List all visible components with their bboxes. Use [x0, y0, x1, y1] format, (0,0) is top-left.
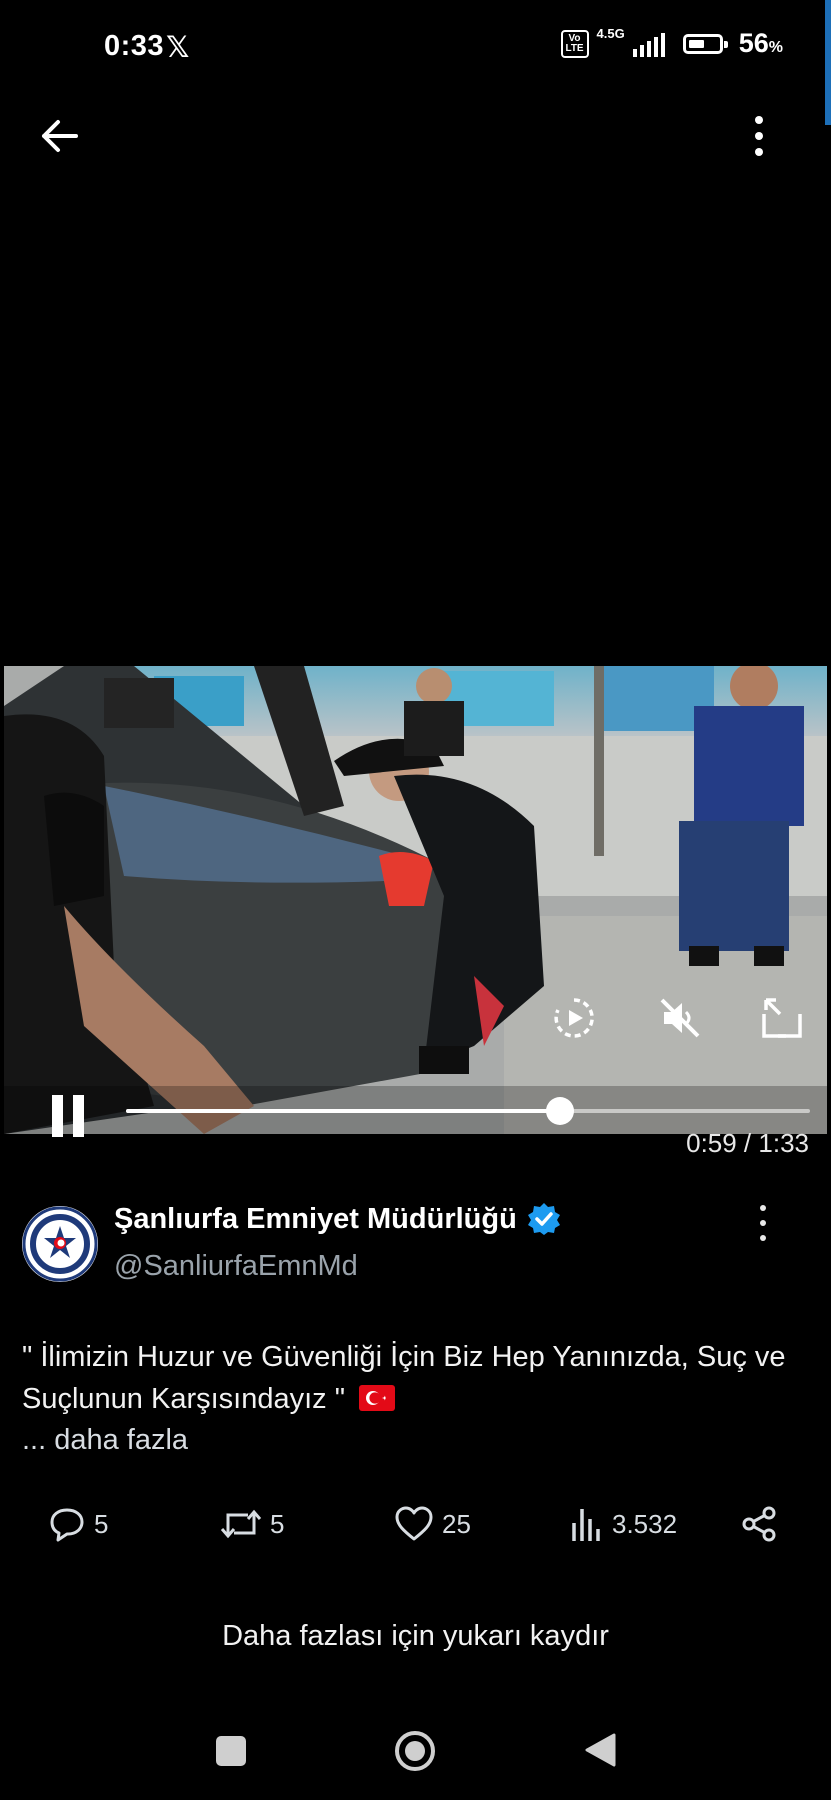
fullscreen-icon [762, 998, 802, 1038]
back-button[interactable] [36, 112, 84, 160]
replay-icon [554, 998, 594, 1038]
reply-button[interactable]: 5 [48, 1505, 108, 1543]
fullscreen-button[interactable] [760, 996, 804, 1040]
author-handle[interactable]: @SanliurfaEmnMd [114, 1250, 358, 1283]
tweet-body: " İlimizin Huzur ve Güvenliği İçin Biz H… [22, 1341, 786, 1415]
author-name-text: Şanlıurfa Emniyet Müdürlüğü [114, 1202, 517, 1235]
pause-icon [52, 1095, 63, 1137]
mute-button[interactable] [658, 996, 702, 1040]
network-type: 4.5G [596, 26, 625, 41]
recents-button[interactable] [216, 1736, 246, 1766]
status-bar: 0:33 𝕏 Vo LTE 4.5G 56% [0, 0, 831, 125]
video-player[interactable] [4, 666, 827, 1134]
repost-icon [220, 1509, 262, 1539]
video-progress-bar[interactable] [126, 1097, 810, 1125]
signal-icon [632, 31, 665, 57]
edge-accent [825, 0, 831, 125]
more-vertical-icon [760, 1205, 766, 1211]
share-button[interactable] [740, 1505, 778, 1543]
tweet-text: " İlimizin Huzur ve Güvenliği İçin Biz H… [22, 1336, 812, 1420]
video-frame-image [4, 666, 827, 1134]
author-name[interactable]: Şanlıurfa Emniyet Müdürlüğü [114, 1202, 561, 1236]
tweet-actions: 5 5 25 3.532 [0, 1505, 831, 1551]
police-emblem-icon [22, 1206, 98, 1282]
turkey-flag-emoji [359, 1385, 396, 1411]
more-options-button[interactable] [747, 112, 771, 160]
x-logo-icon: 𝕏 [166, 32, 190, 64]
tweet-more-button[interactable] [753, 1205, 773, 1241]
views-chart-icon [572, 1509, 600, 1541]
repost-button[interactable]: 5 [220, 1505, 284, 1543]
swipe-up-hint: Daha fazlası için yukarı kaydır [222, 1620, 609, 1652]
like-count: 25 [442, 1508, 471, 1539]
more-vertical-icon [755, 116, 763, 124]
reply-icon [50, 1508, 84, 1542]
battery-percent: 56% [738, 28, 783, 58]
repost-count: 5 [270, 1508, 285, 1539]
show-more-link[interactable]: ... daha fazla [22, 1424, 188, 1457]
verified-badge-icon [527, 1203, 560, 1235]
video-time-readout: 0:59 / 1:33 [686, 1128, 809, 1158]
like-button[interactable]: 25 [394, 1505, 471, 1543]
battery-level [688, 39, 705, 48]
progress-thumb[interactable] [545, 1097, 574, 1125]
heart-icon [395, 1506, 433, 1541]
views-count: 3.532 [612, 1508, 678, 1539]
share-icon [742, 1506, 776, 1542]
status-time: 0:33 [104, 30, 165, 62]
reply-count: 5 [94, 1508, 109, 1539]
mute-icon [660, 998, 700, 1038]
views-button[interactable]: 3.532 [570, 1505, 677, 1543]
nav-back-button[interactable] [584, 1732, 616, 1768]
home-icon [395, 1731, 435, 1771]
arrow-left-icon [42, 120, 78, 152]
pause-button[interactable] [52, 1095, 92, 1139]
screen: 0:33 𝕏 Vo LTE 4.5G 56% 0:59 / 1:33 Şanlı… [0, 0, 831, 1800]
back-triangle-icon [585, 1733, 616, 1767]
avatar[interactable] [22, 1206, 98, 1282]
battery-icon [682, 33, 728, 54]
replay-button[interactable] [552, 996, 596, 1040]
volte-icon: Vo LTE [560, 29, 589, 58]
status-indicators: Vo LTE 4.5G 56% [560, 26, 783, 59]
progress-fill [126, 1109, 560, 1113]
home-button[interactable] [394, 1730, 436, 1772]
